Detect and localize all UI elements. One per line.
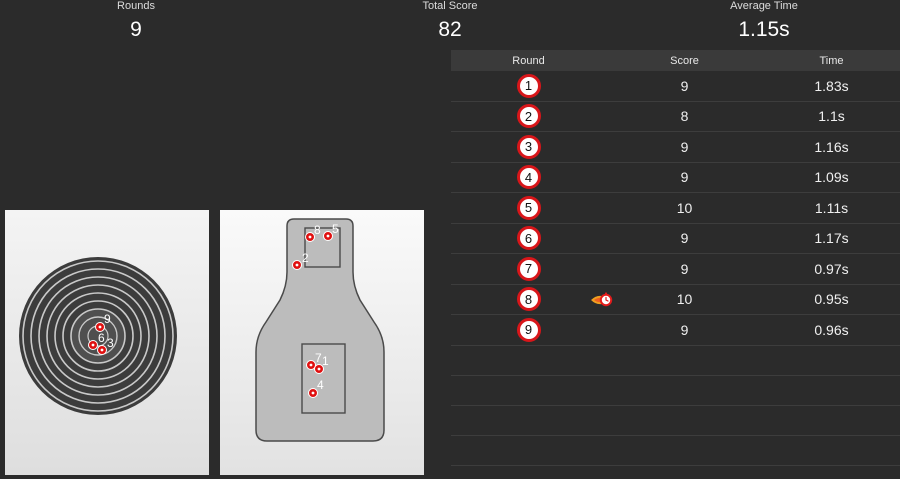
column-header-time[interactable]: Time — [763, 55, 900, 67]
table-row[interactable]: 4 9 1.09s — [451, 163, 900, 193]
column-header-round[interactable]: Round — [451, 55, 606, 67]
table-row[interactable]: 9 9 0.96s — [451, 315, 900, 346]
hit-label: 1 — [322, 354, 329, 368]
average-time-label: Average Time — [730, 0, 798, 12]
bullseye-target-panel: 9 6 3 — [5, 210, 209, 475]
round-cell: 9 — [451, 317, 606, 342]
round-cell: 6 — [451, 226, 606, 251]
round-number-badge: 6 — [516, 226, 541, 251]
empty-table-row — [451, 436, 900, 466]
score-cell: 9 — [680, 230, 689, 247]
rounds-table: Round Score Time 1 9 1.83s 2 8 1.1s 3 9 1.16s 4 9 1… — [451, 50, 900, 466]
round-cell: 8 — [451, 287, 606, 312]
score-cell: 9 — [680, 77, 689, 94]
rounds-label: Rounds — [117, 0, 155, 12]
total-score-label: Total Score — [422, 0, 478, 12]
table-body: 1 9 1.83s 2 8 1.1s 3 9 1.16s 4 9 1.09s 5 10 1.11s 6 9 1.1… — [451, 71, 900, 466]
average-time-value: 1.15s — [738, 18, 790, 41]
hit-label: 5 — [332, 222, 339, 236]
round-number-badge: 5 — [516, 195, 541, 220]
total-score-value: 82 — [438, 18, 462, 41]
round-number-badge: 7 — [516, 256, 541, 281]
total-score-stat: Total Score 82 — [400, 0, 500, 44]
hit-label: 6 — [98, 331, 105, 345]
score-cell: 9 — [680, 169, 689, 186]
time-cell: 0.97s — [814, 260, 849, 277]
score-cell: 9 — [680, 138, 689, 155]
table-row[interactable]: 3 9 1.16s — [451, 132, 900, 163]
bullseye-target-icon: 9 6 3 — [19, 257, 177, 415]
hit-label: 9 — [104, 312, 111, 326]
time-cell: 0.96s — [814, 321, 849, 338]
table-row[interactable]: 7 9 0.97s — [451, 254, 900, 285]
silhouette-target-panel: 8 5 2 7 1 4 — [220, 210, 424, 475]
time-cell: 1.09s — [814, 169, 849, 186]
hit-label: 8 — [314, 223, 321, 237]
table-row[interactable]: 1 9 1.83s — [451, 71, 900, 102]
score-cell: 9 — [680, 260, 689, 277]
round-cell: 2 — [451, 104, 606, 129]
time-cell: 0.95s — [814, 291, 849, 308]
round-cell: 3 — [451, 134, 606, 159]
round-cell: 5 — [451, 195, 606, 220]
table-row[interactable]: 6 9 1.17s — [451, 224, 900, 254]
hit-label: 2 — [302, 251, 309, 265]
average-time-stat: Average Time 1.15s — [704, 0, 824, 44]
table-header: Round Score Time — [451, 50, 900, 71]
round-cell: 4 — [451, 165, 606, 190]
time-cell: 1.16s — [814, 138, 849, 155]
fastest-timer-icon — [591, 292, 613, 306]
rounds-value: 9 — [130, 18, 142, 41]
hit-label: 3 — [107, 336, 114, 350]
round-cell: 7 — [451, 256, 606, 281]
table-row[interactable]: 8 10 0.95s — [451, 285, 900, 315]
round-number-badge: 1 — [516, 73, 541, 98]
score-cell: 10 — [676, 199, 693, 216]
empty-table-row — [451, 376, 900, 406]
round-number-badge: 3 — [516, 134, 541, 159]
score-cell: 9 — [680, 321, 689, 338]
table-row[interactable]: 5 10 1.11s — [451, 193, 900, 224]
score-cell: 8 — [680, 108, 689, 125]
empty-table-row — [451, 406, 900, 436]
hit-label: 4 — [317, 378, 324, 392]
score-cell: 10 — [676, 291, 693, 308]
time-cell: 1.83s — [814, 77, 849, 94]
round-number-badge: 4 — [516, 165, 541, 190]
column-header-score[interactable]: Score — [606, 55, 763, 67]
table-row[interactable]: 2 8 1.1s — [451, 102, 900, 132]
hit-label: 7 — [315, 351, 322, 365]
silhouette-target-icon: 8 5 2 7 1 4 — [255, 218, 385, 442]
empty-table-row — [451, 346, 900, 376]
time-cell: 1.17s — [814, 230, 849, 247]
time-cell: 1.11s — [814, 199, 849, 216]
rounds-stat: Rounds 9 — [86, 0, 186, 44]
time-cell: 1.1s — [818, 108, 845, 125]
round-number-badge: 2 — [516, 104, 541, 129]
round-cell: 1 — [451, 73, 606, 98]
round-number-badge: 9 — [516, 317, 541, 342]
round-number-badge: 8 — [516, 287, 541, 312]
